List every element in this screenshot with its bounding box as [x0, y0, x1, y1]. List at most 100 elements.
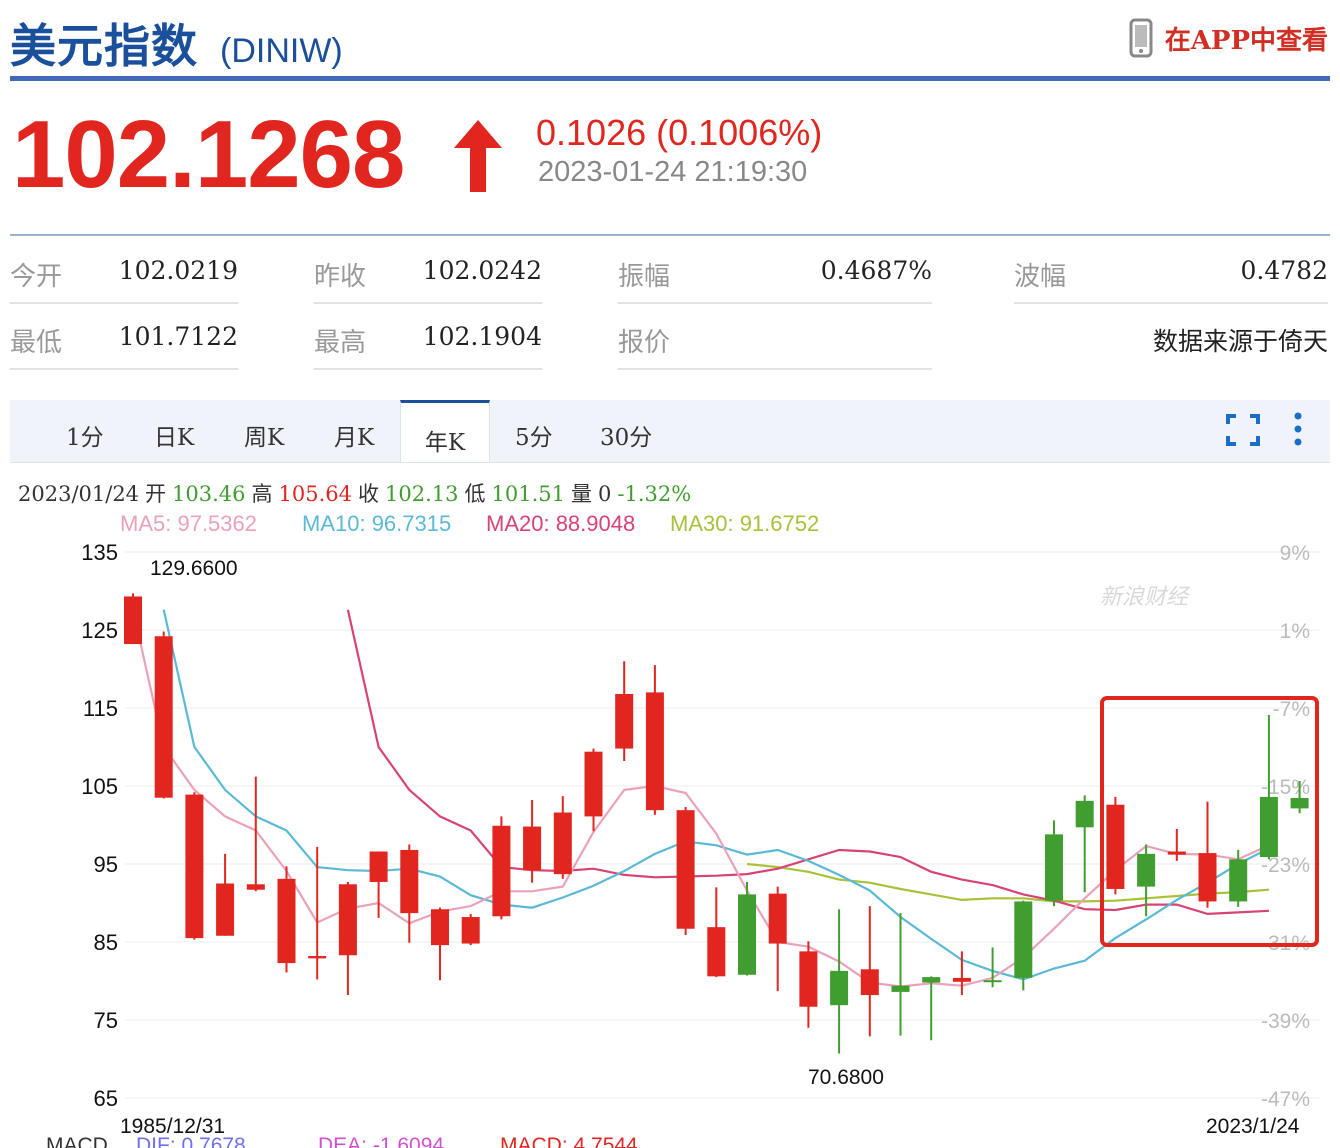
- stat-value: 0.4782: [1240, 256, 1328, 285]
- tab-5min[interactable]: 5分: [515, 418, 553, 452]
- candle: [277, 866, 296, 973]
- candle-body: [983, 980, 1002, 983]
- high-label: 高: [251, 482, 273, 506]
- stat-value: 101.7122: [118, 322, 238, 351]
- y-tick-label: 65: [94, 1086, 118, 1111]
- open-in-app-link[interactable]: 在APP中查看: [1129, 18, 1328, 58]
- y-tick-label-right: 9%: [1280, 542, 1310, 565]
- macd-dea: DEA: -1.6094: [318, 1134, 444, 1148]
- candle-body: [891, 985, 910, 992]
- y-axis: 135 125 115 105 95 85 75 65: [81, 540, 118, 1111]
- candle-body: [154, 636, 173, 798]
- kline-chart[interactable]: 13512511510595857565 9%1%-7%-15%-23%-31%…: [0, 530, 1340, 1148]
- candle-body: [1259, 796, 1278, 857]
- candle-body: [431, 909, 449, 946]
- candle-body: [492, 825, 511, 917]
- candle-body: [830, 970, 849, 1006]
- candle: [860, 906, 879, 1037]
- stat-value: 102.0242: [422, 256, 542, 285]
- candle-body: [246, 884, 265, 890]
- tab-30min[interactable]: 30分: [600, 418, 652, 452]
- tab-daily-k[interactable]: 日K: [154, 418, 194, 452]
- candle-body: [738, 894, 756, 975]
- candle-body: [124, 596, 142, 645]
- candle: [738, 881, 756, 976]
- candle: [124, 593, 142, 645]
- candle: [216, 853, 235, 936]
- candle: [645, 665, 664, 815]
- ma5-line: [131, 609, 1270, 988]
- low-value: 101.51: [491, 482, 565, 506]
- candle-body: [799, 951, 818, 1007]
- y-tick-label: 85: [94, 930, 118, 955]
- volume-label: 量: [570, 482, 592, 506]
- tab-weekly-k[interactable]: 周K: [244, 418, 284, 452]
- candle: [1014, 900, 1033, 991]
- candle-body: [338, 884, 357, 956]
- stat-value: 102.0219: [118, 256, 238, 285]
- candle: [461, 913, 480, 946]
- watermark: 新浪财经: [1100, 584, 1190, 609]
- candle-body: [615, 693, 634, 749]
- stat-range: 波幅 0.4782: [1014, 238, 1328, 304]
- candle: [553, 796, 572, 879]
- candle-body: [1198, 853, 1217, 902]
- stat-label: 波幅: [1014, 262, 1067, 292]
- stat-prev-close: 昨收 102.0242: [314, 238, 542, 304]
- candle: [799, 941, 818, 1028]
- stat-high: 最高 102.1904: [314, 304, 542, 370]
- candle: [952, 951, 971, 996]
- candle-body: [523, 826, 542, 871]
- close-label: 收: [358, 482, 380, 506]
- highlight-box: [1100, 696, 1319, 947]
- candle: [768, 886, 787, 992]
- ma20-line: [346, 609, 1269, 916]
- candle-body: [952, 977, 971, 982]
- stat-amplitude: 振幅 0.4687%: [618, 238, 932, 304]
- candle-body: [1229, 859, 1248, 902]
- stat-low: 最低 101.7122: [10, 304, 238, 370]
- period-tabs: 1分 日K 周K 月K 年K 5分 30分: [10, 400, 1330, 463]
- candle-body: [1045, 834, 1063, 901]
- stat-label: 最低: [10, 328, 63, 358]
- candle: [154, 631, 173, 799]
- tab-yearly-k[interactable]: 年K: [400, 400, 490, 462]
- index-code: (DINIW): [220, 32, 343, 70]
- open-label: 开: [145, 482, 167, 506]
- price-change: 0.1026 (0.1006%): [536, 112, 823, 153]
- candle: [1045, 820, 1063, 907]
- stat-label: 昨收: [314, 262, 367, 292]
- index-name: 美元指数: [10, 19, 198, 73]
- y-tick-label-right: -39%: [1261, 1010, 1310, 1033]
- candle-body: [676, 810, 695, 929]
- candle-body: [1290, 798, 1309, 809]
- chart-grid: [125, 551, 1320, 1099]
- tab-1min[interactable]: 1分: [66, 418, 104, 452]
- macd-label: MACD: [46, 1134, 108, 1148]
- candle: [707, 887, 726, 978]
- header-divider: [10, 76, 1330, 81]
- more-options-icon[interactable]: [1292, 412, 1304, 446]
- tab-monthly-k[interactable]: 月K: [334, 418, 374, 452]
- page-title: 美元指数 (DINIW): [10, 10, 343, 73]
- data-source: 数据来源于倚天: [1152, 327, 1328, 356]
- stat-value: 0.4687%: [820, 256, 932, 285]
- max-label: 129.6600: [150, 557, 238, 580]
- low-label: 低: [464, 482, 486, 506]
- close-value: 102.13: [385, 482, 459, 506]
- y-tick-label: 105: [81, 774, 118, 799]
- stat-quote: 报价: [618, 304, 932, 370]
- candle-body: [1014, 901, 1033, 978]
- candles: [124, 593, 1309, 1054]
- candle-body: [369, 851, 388, 882]
- candle: [584, 748, 603, 832]
- candle: [1198, 801, 1217, 908]
- macd-value: MACD: 4.7544: [500, 1134, 638, 1148]
- stat-label: 最高: [314, 328, 367, 358]
- candle: [1075, 795, 1094, 893]
- candle-body: [553, 812, 572, 875]
- y-tick-label-right: -47%: [1261, 1088, 1310, 1111]
- candle-body: [1167, 851, 1186, 855]
- candle-body: [185, 794, 204, 939]
- fullscreen-icon[interactable]: [1226, 414, 1260, 446]
